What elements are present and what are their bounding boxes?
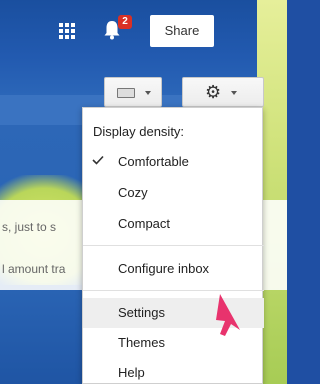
input-tools-button[interactable] [104, 77, 162, 107]
menu-item-configure-inbox[interactable]: Configure inbox [83, 254, 264, 284]
menu-item-comfortable[interactable]: Comfortable [83, 147, 264, 177]
chevron-down-icon [145, 91, 151, 95]
menu-item-label: Compact [118, 216, 171, 231]
display-density-header: Display density: [93, 124, 185, 139]
settings-gear-button[interactable]: ⚙ [182, 77, 264, 107]
menu-item-label: Cozy [118, 185, 148, 200]
menu-divider [83, 245, 264, 246]
share-button[interactable]: Share [150, 15, 214, 47]
check-icon [92, 155, 104, 165]
message-snippet[interactable]: l amount tra [2, 262, 65, 276]
message-snippet[interactable]: s, just to s [2, 220, 56, 234]
chevron-down-icon [231, 91, 237, 95]
menu-item-label: Themes [118, 335, 165, 350]
menu-item-help[interactable]: Help [83, 358, 264, 384]
keyboard-icon [117, 88, 135, 98]
menu-item-label: Comfortable [118, 154, 189, 169]
menu-item-compact[interactable]: Compact [83, 209, 264, 239]
menu-item-label: Settings [118, 305, 165, 320]
pointer-cursor-icon [216, 294, 240, 336]
apps-grid-icon[interactable] [59, 23, 75, 39]
gear-icon: ⚙ [205, 82, 222, 102]
menu-item-label: Help [118, 365, 145, 380]
notification-badge: 2 [118, 15, 132, 29]
settings-menu: Display density: Comfortable Cozy Compac… [82, 107, 264, 384]
menu-item-cozy[interactable]: Cozy [83, 178, 264, 208]
menu-item-label: Configure inbox [118, 261, 210, 276]
